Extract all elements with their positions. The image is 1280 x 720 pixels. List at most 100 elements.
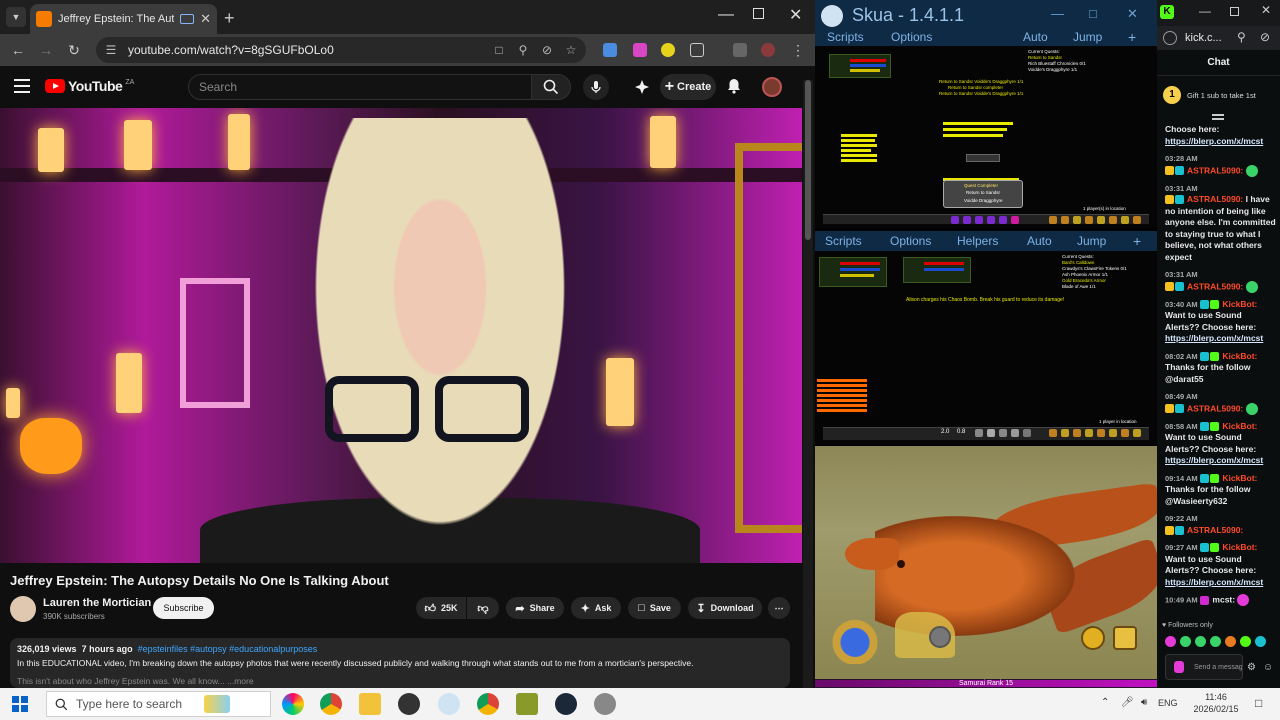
emote-icon[interactable] xyxy=(1240,636,1251,647)
language-indicator[interactable]: ENG xyxy=(1158,698,1178,708)
gift-sub-banner[interactable]: 1 Gift 1 sub to take 1st xyxy=(1163,82,1275,108)
windows-start-icon[interactable] xyxy=(12,696,28,712)
menu-scripts[interactable]: Scripts xyxy=(827,30,864,44)
volume-icon[interactable]: 🔊︎ xyxy=(1141,697,1147,708)
video-player[interactable] xyxy=(0,108,802,563)
tab-search-button[interactable]: ▼ xyxy=(6,7,26,27)
channel-avatar[interactable] xyxy=(10,596,36,622)
hamburger-menu-icon[interactable] xyxy=(14,79,30,93)
emote-picker-icon[interactable] xyxy=(1174,661,1184,673)
youtube-search-field[interactable] xyxy=(188,74,532,100)
site-info-icon[interactable]: ☰ xyxy=(104,43,118,57)
message-username[interactable]: ASTRAL5090: xyxy=(1187,525,1243,535)
new-tab-button[interactable]: + xyxy=(224,8,235,29)
scrollbar-thumb[interactable] xyxy=(805,80,811,240)
game-app-icon[interactable] xyxy=(516,693,538,715)
skill-slot-icon[interactable] xyxy=(1113,626,1137,650)
close-window-button[interactable]: ✕ xyxy=(1261,3,1271,17)
message-username[interactable]: ASTRAL5090: xyxy=(1187,165,1243,175)
install-app-icon[interactable]: □ xyxy=(492,43,506,57)
message-username[interactable]: KickBot: xyxy=(1222,299,1257,309)
ask-button[interactable]: ✦ Ask xyxy=(571,597,621,619)
more-actions-button[interactable]: ⋯ xyxy=(768,597,790,619)
subscribe-button[interactable]: Subscribe xyxy=(153,597,214,619)
menu-helpers[interactable]: Helpers xyxy=(957,234,998,248)
kick-address-bar[interactable]: kick.c... ⚲ ⊘ xyxy=(1157,26,1280,50)
steam-app-icon[interactable] xyxy=(555,693,577,715)
minimize-button[interactable]: — xyxy=(1051,6,1064,21)
channel-name[interactable]: Lauren the Mortician xyxy=(43,597,151,609)
message-link[interactable]: https://blerp.com/x/mcst xyxy=(1165,136,1263,146)
close-tab-icon[interactable]: ✕ xyxy=(200,11,211,27)
taskbar-search-input[interactable] xyxy=(76,697,196,711)
address-bar[interactable]: ☰ youtube.com/watch?v=8gSGUFbOLo0 □ ⚲ ⊘ … xyxy=(96,37,586,63)
emoji-icon[interactable]: ☺ xyxy=(1263,662,1273,673)
download-button[interactable]: ↧ Download xyxy=(688,597,762,619)
message-username[interactable]: KickBot: xyxy=(1222,421,1257,431)
settings-icon[interactable]: ⚙ xyxy=(1247,662,1256,673)
forward-icon[interactable]: → xyxy=(38,42,54,58)
menu-scripts[interactable]: Scripts xyxy=(825,234,862,248)
extension-icon[interactable] xyxy=(633,43,647,57)
site-info-icon[interactable] xyxy=(1163,31,1177,45)
page-scrollbar[interactable] xyxy=(803,80,813,688)
message-username[interactable]: ASTRAL5090: xyxy=(1187,194,1243,204)
action-bar[interactable]: 2.0 0.8 xyxy=(823,427,1149,440)
game-client-panel-2[interactable]: Current Quests: Bard's Calldown Crawdys'… xyxy=(815,251,1157,445)
copilot-app-icon[interactable] xyxy=(282,693,304,715)
file-explorer-icon[interactable] xyxy=(359,693,381,715)
microphone-icon[interactable]: 🎤︎ xyxy=(1121,697,1134,708)
skua-app-icon[interactable] xyxy=(438,693,460,715)
extensions-puzzle-icon[interactable] xyxy=(690,43,704,57)
notification-icon[interactable]: □ xyxy=(1255,696,1262,710)
message-link[interactable]: https://blerp.com/x/mcst xyxy=(1165,333,1263,343)
description-more[interactable]: This isn't about who Jeffrey Epstein was… xyxy=(17,676,783,686)
youtube-logo[interactable]: YouTube ZA xyxy=(45,78,134,94)
video-description[interactable]: 326,019 views 7 hours ago #epsteinfiles … xyxy=(10,638,790,688)
maximize-button[interactable] xyxy=(1230,7,1239,16)
message-username[interactable]: ASTRAL5090: xyxy=(1187,281,1243,291)
message-username[interactable]: KickBot: xyxy=(1222,542,1257,552)
more-menu-icon[interactable]: ⋮ xyxy=(790,42,806,58)
message-username[interactable]: KickBot: xyxy=(1222,473,1257,483)
media-controls-icon[interactable] xyxy=(733,43,747,57)
account-avatar[interactable] xyxy=(762,77,782,97)
minimize-button[interactable]: — xyxy=(718,6,734,24)
eye-off-icon[interactable]: ⊘ xyxy=(1260,30,1270,44)
taskbar-search-box[interactable] xyxy=(46,691,271,717)
emote-icon[interactable] xyxy=(1255,636,1266,647)
emote-icon[interactable] xyxy=(1165,636,1176,647)
dislike-button[interactable]: 👎︎ xyxy=(467,597,499,619)
zoom-icon[interactable]: ⚲ xyxy=(1237,30,1246,44)
message-link[interactable]: https://blerp.com/x/mcst xyxy=(1165,455,1263,465)
minimize-button[interactable]: — xyxy=(1199,4,1211,18)
message-link[interactable]: https://blerp.com/x/mcst xyxy=(1165,577,1263,587)
menu-jump[interactable]: Jump xyxy=(1073,30,1102,44)
chrome-app-icon[interactable] xyxy=(477,693,499,715)
skill-slot-icon[interactable] xyxy=(1081,626,1105,650)
menu-add[interactable]: + xyxy=(1133,233,1141,249)
youtube-search-button[interactable] xyxy=(531,74,571,100)
menu-options[interactable]: Options xyxy=(891,30,932,44)
menu-add[interactable]: + xyxy=(1128,29,1136,45)
emote-icon[interactable] xyxy=(1225,636,1236,647)
menu-auto[interactable]: Auto xyxy=(1023,30,1048,44)
game-client-panel-3[interactable] xyxy=(815,446,1157,688)
like-button[interactable]: 👍︎ 25K xyxy=(416,597,466,619)
quest-complete-popup[interactable]: Quest Complete! Return to Sandsr Voidde … xyxy=(943,180,1023,208)
close-window-button[interactable]: ✕ xyxy=(1127,6,1138,22)
sparkle-icon[interactable] xyxy=(634,79,650,95)
menu-auto[interactable]: Auto xyxy=(1027,234,1052,248)
maximize-button[interactable]: □ xyxy=(1089,6,1097,21)
emote-icon[interactable] xyxy=(1180,636,1191,647)
eye-off-icon[interactable]: ⊘ xyxy=(540,43,554,57)
notifications-bell-icon[interactable] xyxy=(727,78,741,94)
zoom-icon[interactable]: ⚲ xyxy=(516,43,530,57)
settings-icon[interactable] xyxy=(929,626,951,648)
profile-avatar[interactable] xyxy=(761,43,775,57)
app-icon[interactable] xyxy=(398,693,420,715)
bookmark-star-icon[interactable]: ☆ xyxy=(564,43,578,57)
close-window-button[interactable]: ✕ xyxy=(789,5,802,25)
youtube-search-input[interactable] xyxy=(199,80,531,94)
emote-icon[interactable] xyxy=(1210,636,1221,647)
